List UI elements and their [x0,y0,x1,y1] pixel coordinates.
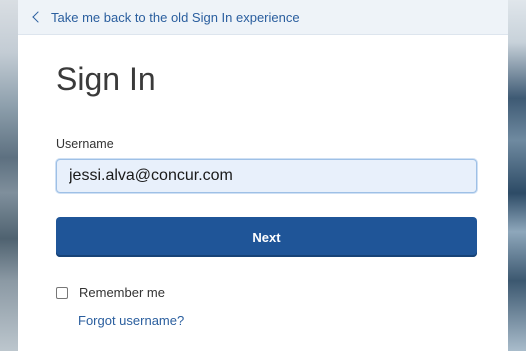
back-link-label: Take me back to the old Sign In experien… [51,9,300,25]
remember-me-label: Remember me [79,285,165,300]
remember-me-checkbox[interactable] [56,286,68,299]
background-photo-left [0,0,18,351]
signin-card: Sign In Username Next Remember me Forgot… [18,35,508,351]
back-to-old-signin-link[interactable]: Take me back to the old Sign In experien… [18,0,508,35]
username-label: Username [56,137,114,151]
chevron-left-icon [32,11,44,23]
background-photo-right [508,0,526,351]
username-input[interactable] [56,159,477,193]
next-button[interactable]: Next [56,217,477,257]
forgot-username-link[interactable]: Forgot username? [78,313,184,328]
remember-me-option[interactable]: Remember me [56,285,165,300]
page-title: Sign In [56,61,156,97]
